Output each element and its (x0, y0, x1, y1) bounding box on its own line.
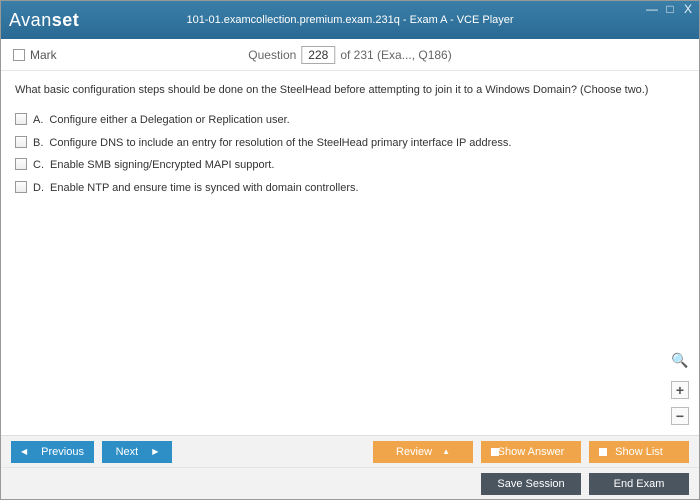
next-button[interactable]: Next (102, 441, 172, 463)
checkbox-icon (13, 49, 25, 61)
question-label-post: of 231 (Exa..., Q186) (340, 48, 451, 62)
previous-label: Previous (41, 446, 84, 458)
option-letter: B. (33, 135, 43, 152)
option-letter: C. (33, 157, 44, 174)
option-d[interactable]: D. Enable NTP and ensure time is synced … (15, 180, 685, 197)
checkbox-icon (15, 158, 27, 170)
footer-row-2: Save Session End Exam (1, 467, 699, 499)
option-a[interactable]: A. Configure either a Delegation or Repl… (15, 112, 685, 129)
window-controls: — □ X (645, 3, 695, 15)
show-answer-label: Show Answer (498, 446, 565, 458)
checkbox-icon (15, 113, 27, 125)
question-label-pre: Question (248, 48, 296, 62)
previous-button[interactable]: Previous (11, 441, 94, 463)
option-text: Enable NTP and ensure time is synced wit… (50, 180, 359, 197)
window-title: 101-01.examcollection.premium.exam.231q … (186, 14, 513, 26)
question-bar: Mark Question 228 of 231 (Exa..., Q186) (1, 39, 699, 71)
mark-label: Mark (30, 48, 57, 62)
zoom-in-button[interactable]: + (671, 381, 689, 399)
checkbox-icon (15, 181, 27, 193)
option-text: Enable SMB signing/Encrypted MAPI suppor… (50, 157, 274, 174)
next-label: Next (116, 446, 139, 458)
show-answer-button[interactable]: Show Answer (481, 441, 581, 463)
option-c[interactable]: C. Enable SMB signing/Encrypted MAPI sup… (15, 157, 685, 174)
end-exam-button[interactable]: End Exam (589, 473, 689, 495)
review-button[interactable]: Review (373, 441, 473, 463)
show-list-label: Show List (615, 446, 663, 458)
checkbox-icon (15, 136, 27, 148)
magnify-icon[interactable]: 🔍 (671, 352, 688, 369)
square-icon (491, 448, 499, 456)
footer-row-1: Previous Next Review Show Answer Show Li… (1, 435, 699, 467)
zoom-out-button[interactable]: − (671, 407, 689, 425)
square-icon (599, 448, 607, 456)
minimize-icon[interactable]: — (645, 3, 659, 15)
titlebar: Avanset 101-01.examcollection.premium.ex… (1, 1, 699, 39)
question-stem: What basic configuration steps should be… (15, 83, 685, 98)
question-number-input[interactable]: 228 (301, 46, 335, 64)
option-text: Configure either a Delegation or Replica… (49, 112, 289, 129)
logo-part-b: set (52, 10, 80, 30)
show-list-button[interactable]: Show List (589, 441, 689, 463)
app-window: Avanset 101-01.examcollection.premium.ex… (0, 0, 700, 500)
question-counter: Question 228 of 231 (Exa..., Q186) (248, 46, 451, 64)
maximize-icon[interactable]: □ (663, 3, 677, 15)
review-label: Review (396, 446, 432, 458)
close-icon[interactable]: X (681, 3, 695, 15)
mark-checkbox[interactable]: Mark (13, 48, 57, 62)
logo-part-a: Avan (9, 10, 52, 30)
question-content: What basic configuration steps should be… (1, 71, 699, 435)
zoom-controls: 🔍 + − (671, 352, 689, 425)
option-letter: D. (33, 180, 44, 197)
option-b[interactable]: B. Configure DNS to include an entry for… (15, 135, 685, 152)
save-session-button[interactable]: Save Session (481, 473, 581, 495)
app-logo: Avanset (9, 10, 79, 31)
option-text: Configure DNS to include an entry for re… (49, 135, 511, 152)
option-letter: A. (33, 112, 43, 129)
